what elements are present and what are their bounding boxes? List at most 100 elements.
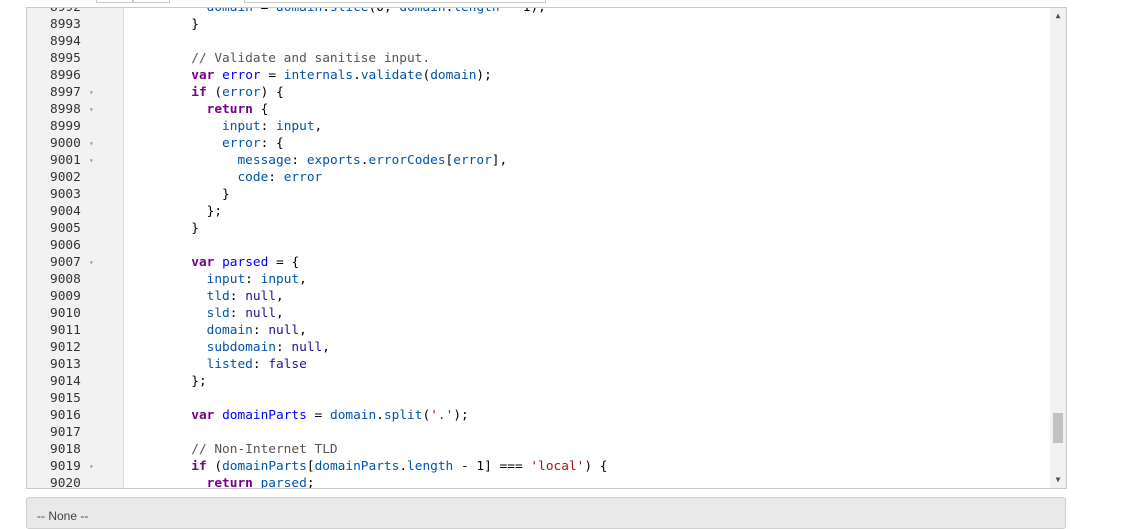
line-number: 9013 [50,357,81,372]
line-number: 9012 [50,340,81,355]
code-line[interactable]: 9005 } [27,220,1050,237]
code-line[interactable]: 8993 } [27,16,1050,33]
line-number: 8992 [50,7,81,15]
fold-arrow-icon[interactable]: ▾ [89,101,94,118]
line-number: 8999 [50,119,81,134]
line-number: 9000 [50,136,81,151]
tab-edge[interactable] [244,0,546,3]
line-number: 9018 [50,442,81,457]
code-line[interactable]: 9012 subdomain: null, [27,339,1050,356]
code-line[interactable]: 8994 [27,33,1050,50]
snippet-select-value: -- None -- [37,509,89,523]
code-line[interactable]: 8998 ▾ return { [27,101,1050,118]
line-number: 9002 [50,170,81,185]
fold-arrow-icon[interactable]: ▾ [89,458,94,475]
top-tabs-strip [96,0,551,3]
code-text: // Non-Internet TLD [191,442,338,457]
code-line[interactable]: 9015 [27,390,1050,407]
code-line[interactable]: 8992 domain = domain.slice(0, domain.len… [27,7,1050,16]
line-number: 8998 [50,102,81,117]
code-text: message: exports.errorCodes[error], [237,153,508,168]
code-line[interactable]: 9008 input: input, [27,271,1050,288]
code-line[interactable]: 8997 ▾ if (error) { [27,84,1050,101]
code-line[interactable]: 9016 var domainParts = domain.split('.')… [27,407,1050,424]
code-text: tld: null, [206,289,284,304]
fold-arrow-icon[interactable]: ▾ [89,135,94,152]
code-line[interactable]: 9006 [27,237,1050,254]
code-text: domain: null, [206,323,307,338]
line-number: 9014 [50,374,81,389]
code-text: domain = domain.slice(0, domain.length -… [206,7,546,15]
code-text: } [191,17,199,32]
code-text: return { [206,102,269,117]
code-text: subdomain: null, [206,340,330,355]
line-number: 9006 [50,238,81,253]
code-text: var parsed = { [191,255,300,270]
line-number: 8997 [50,85,81,100]
line-number: 8993 [50,17,81,32]
code-line[interactable]: 8999 input: input, [27,118,1050,135]
code-text: } [222,187,230,202]
fold-arrow-icon[interactable]: ▾ [89,254,94,271]
line-number: 9009 [50,289,81,304]
code-text: input: input, [222,119,323,134]
scroll-up-icon[interactable]: ▲ [1050,8,1066,24]
code-text: error: { [222,136,284,151]
code-line[interactable]: 9018 // Non-Internet TLD [27,441,1050,458]
line-number: 9010 [50,306,81,321]
code-line[interactable]: 8996 var error = internals.validate(doma… [27,67,1050,84]
code-text: listed: false [206,357,307,372]
code-line[interactable]: 8995 // Validate and sanitise input. [27,50,1050,67]
code-line[interactable]: 9007 ▾ var parsed = { [27,254,1050,271]
line-number: 9017 [50,425,81,440]
code-line[interactable]: 9011 domain: null, [27,322,1050,339]
code-text: sld: null, [206,306,284,321]
code-line[interactable]: 9004 }; [27,203,1050,220]
code-text: var error = internals.validate(domain); [191,68,492,83]
vertical-scrollbar[interactable]: ▲ ▼ [1050,8,1066,488]
code-line[interactable]: 9002 code: error [27,169,1050,186]
scroll-down-icon[interactable]: ▼ [1050,472,1066,488]
line-number: 9019 [50,459,81,474]
code-line[interactable]: 9010 sld: null, [27,305,1050,322]
code-line[interactable]: 9000 ▾ error: { [27,135,1050,152]
line-number: 9003 [50,187,81,202]
line-number: 9007 [50,255,81,270]
fold-arrow-icon[interactable]: ▾ [89,152,94,169]
code-text: code: error [237,170,323,185]
code-editor[interactable]: 8992 domain = domain.slice(0, domain.len… [26,7,1067,489]
snippet-select[interactable]: -- None -- [26,497,1066,529]
line-number: 9008 [50,272,81,287]
code-line[interactable]: 9001 ▾ message: exports.errorCodes[error]… [27,152,1050,169]
code-text: if (error) { [191,85,284,100]
code-text: // Validate and sanitise input. [191,51,431,66]
code-line[interactable]: 9017 [27,424,1050,441]
line-number: 8996 [50,68,81,83]
code-text: }; [191,374,207,389]
code-text: }; [206,204,223,219]
tab-edge[interactable] [132,0,170,3]
line-number: 9020 [50,476,81,489]
line-number: 9001 [50,153,81,168]
code-text: return parsed; [206,476,315,489]
line-number: 9005 [50,221,81,236]
tab-edge[interactable] [96,0,134,3]
fold-arrow-icon[interactable]: ▾ [89,84,94,101]
scrollbar-thumb[interactable] [1053,413,1063,443]
line-number: 9016 [50,408,81,423]
line-number: 9011 [50,323,81,338]
code-line[interactable]: 9013 listed: false [27,356,1050,373]
code-line[interactable]: 9020 return parsed; [27,475,1050,489]
line-number: 9015 [50,391,81,406]
code-text: input: input, [206,272,307,287]
line-number: 9004 [50,204,81,219]
line-number: 8994 [50,34,81,49]
code-line[interactable]: 9014 }; [27,373,1050,390]
code-text: if (domainParts[domainParts.length - 1] … [191,459,608,474]
line-number: 8995 [50,51,81,66]
code-text: var domainParts = domain.split('.'); [191,408,469,423]
code-line[interactable]: 9019 ▾ if (domainParts[domainParts.length… [27,458,1050,475]
code-line[interactable]: 9009 tld: null, [27,288,1050,305]
code-text: } [191,221,199,236]
code-line[interactable]: 9003 } [27,186,1050,203]
